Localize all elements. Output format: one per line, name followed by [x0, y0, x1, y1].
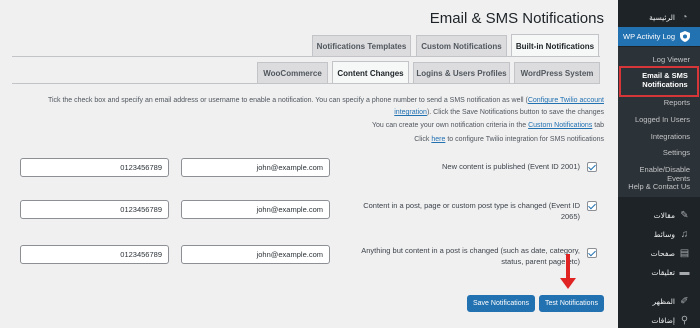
notification-checkbox[interactable]	[587, 201, 597, 211]
sidebar-item-label: صفحات	[650, 248, 675, 258]
custom-notifications-link[interactable]: Custom Notifications	[528, 122, 592, 129]
submenu-log-viewer[interactable]: Log Viewer	[618, 55, 700, 64]
media-icon: ♫	[680, 228, 689, 240]
tab-custom-notifications[interactable]: Custom Notifications	[416, 35, 507, 56]
page-icon: ▤	[679, 247, 690, 259]
notification-label: Anything but content in a post is change…	[361, 246, 580, 266]
sidebar-item-posts[interactable]: مقالات ✎	[618, 207, 700, 223]
phone-field[interactable]: 0123456789	[20, 158, 169, 177]
sidebar-item-media[interactable]: وسائط ♫	[618, 226, 700, 242]
description-line-1: Tick the check box and specify an email …	[47, 97, 604, 104]
test-notifications-button[interactable]: Test Notifications	[539, 295, 604, 312]
sidebar-item-label: وسائط	[653, 229, 675, 239]
tab-divider	[12, 56, 600, 57]
submenu-settings[interactable]: Settings	[618, 148, 700, 157]
notification-checkbox[interactable]	[587, 162, 597, 172]
phone-field[interactable]: 0123456789	[20, 245, 169, 264]
tab-logins-users-profiles[interactable]: Logins & Users Profiles	[413, 62, 510, 83]
pin-icon: ✎	[680, 209, 689, 221]
email-field[interactable]: john@example.com	[181, 245, 330, 264]
admin-sidebar: الرئيسية ◔ WP Activity Log Log Viewer Em…	[618, 0, 700, 328]
here-link[interactable]: here	[431, 136, 445, 143]
email-field[interactable]: john@example.com	[181, 200, 330, 219]
configure-twilio-link[interactable]: Configure Twilio account	[528, 97, 604, 104]
active-menu-pointer	[611, 29, 618, 43]
submenu-reports[interactable]: Reports	[618, 98, 700, 107]
comment-icon: ▬	[679, 266, 690, 278]
sidebar-item-label: WP Activity Log	[623, 32, 675, 41]
annotation-arrow	[566, 254, 570, 281]
tab-notifications-templates[interactable]: Notifications Templates	[312, 35, 411, 56]
sidebar-item-label: المظهر	[652, 296, 675, 306]
sidebar-item-label: مقالات	[653, 210, 675, 220]
active-item-highlight	[619, 66, 699, 97]
sidebar-item-wp-activity-log[interactable]: WP Activity Log	[618, 27, 700, 46]
shield-icon	[679, 31, 690, 42]
tab-content-changes[interactable]: Content Changes	[332, 61, 409, 84]
sidebar-item-appearance[interactable]: المظهر ✐	[618, 293, 700, 309]
annotation-arrow-head	[560, 278, 576, 289]
save-notifications-button[interactable]: Save Notifications	[467, 295, 535, 312]
tab-wordpress-system[interactable]: WordPress System	[514, 62, 600, 83]
tab-woocommerce[interactable]: WooCommerce	[257, 62, 328, 83]
page-title: Email & SMS Notifications	[429, 10, 604, 27]
sidebar-item-label: إضافات	[651, 315, 675, 325]
notification-label: Content in a post, page or custom post t…	[363, 201, 580, 221]
plugin-icon: ⚲	[680, 314, 689, 326]
sidebar-item-plugins[interactable]: إضافات ⚲	[618, 312, 700, 328]
sidebar-item-label: الرئيسية	[649, 12, 675, 22]
sidebar-item-label: تعليقات	[651, 267, 675, 277]
description-line-2: integration). Click the Save Notificatio…	[394, 109, 604, 116]
description-line-4: Click here to configure Twilio integrati…	[414, 136, 604, 143]
brush-icon: ✐	[680, 295, 689, 307]
sidebar-item-pages[interactable]: صفحات ▤	[618, 245, 700, 261]
notification-label: New content is published (Event ID 2001)	[442, 162, 580, 171]
submenu-integrations[interactable]: Integrations	[618, 132, 700, 141]
dashboard-icon: ◔	[681, 11, 688, 23]
notification-checkbox[interactable]	[587, 248, 597, 258]
description-line-3: You can create your own notification cri…	[371, 122, 604, 129]
phone-field[interactable]: 0123456789	[20, 200, 169, 219]
email-field[interactable]: john@example.com	[181, 158, 330, 177]
sidebar-item-dashboard[interactable]: الرئيسية ◔	[618, 8, 700, 26]
submenu-logged-in-users[interactable]: Logged In Users	[618, 115, 700, 124]
tab-divider	[12, 83, 600, 84]
submenu-enable-disable-events[interactable]: Enable/Disable Events	[618, 165, 700, 183]
integration-link[interactable]: integration	[394, 109, 427, 116]
sidebar-item-comments[interactable]: تعليقات ▬	[618, 264, 700, 280]
submenu-help-contact[interactable]: Help & Contact Us	[618, 182, 700, 191]
tab-built-in-notifications[interactable]: Built-in Notifications	[511, 34, 599, 57]
